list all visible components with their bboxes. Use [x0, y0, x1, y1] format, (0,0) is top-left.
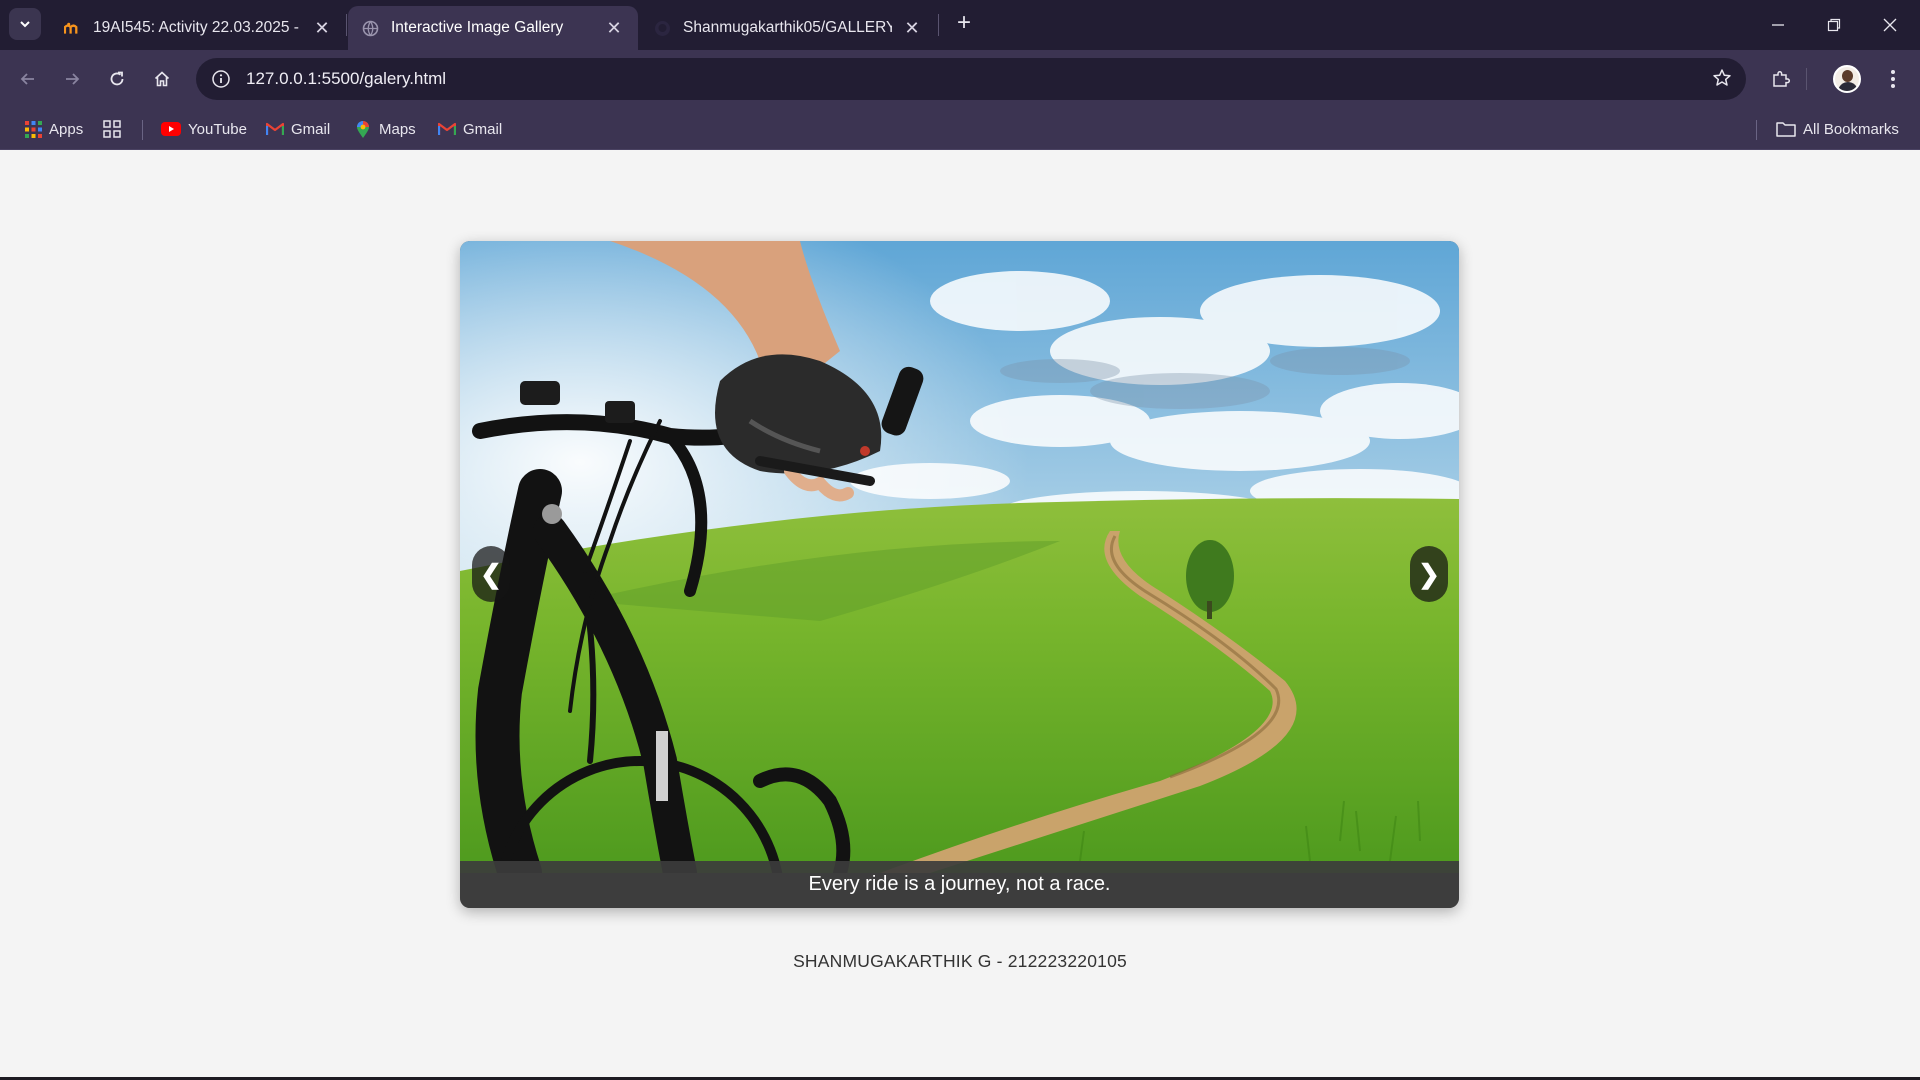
bookmark-label: Gmail: [291, 120, 331, 138]
next-slide-button[interactable]: ❯: [1410, 546, 1448, 602]
moodle-icon: [64, 20, 81, 37]
home-icon: [154, 71, 170, 87]
url-text: 127.0.0.1:5500/galery.html: [246, 69, 447, 88]
address-bar[interactable]: 127.0.0.1:5500/galery.html: [196, 58, 1746, 100]
bookmark-gmail[interactable]: Gmail: [266, 116, 330, 142]
gmail-icon: [266, 120, 284, 138]
reload-button[interactable]: [101, 63, 133, 95]
home-button[interactable]: [146, 63, 178, 95]
restore-icon: [1827, 18, 1841, 32]
tab-title: Interactive Image Gallery: [391, 19, 564, 36]
minimize-button[interactable]: [1750, 0, 1806, 50]
bookmark-maps[interactable]: Maps: [354, 116, 416, 142]
chevron-down-icon: [20, 21, 30, 28]
restore-button[interactable]: [1806, 0, 1862, 50]
more-vertical-icon: [1891, 70, 1895, 88]
all-bookmarks-button[interactable]: All Bookmarks: [1776, 116, 1899, 142]
bookmark-apps[interactable]: Apps: [24, 116, 83, 142]
grid-icon: [103, 120, 121, 138]
toolbar-divider: [1806, 68, 1807, 90]
close-icon: [1883, 18, 1897, 32]
tab-moodle[interactable]: 19AI545: Activity 22.03.2025 - E ✕: [50, 6, 346, 50]
tab-title: Shanmugakarthik05/GALLERY: [683, 19, 892, 36]
bookmark-label: Apps: [49, 120, 84, 138]
tab-groups-button[interactable]: [103, 116, 128, 142]
bookmark-gmail[interactable]: Gmail: [438, 116, 502, 142]
bookmark-label: Maps: [379, 120, 416, 138]
extensions-button[interactable]: [1765, 63, 1797, 95]
gallery-image-bicycle-field: [460, 241, 1459, 873]
tab-divider: [938, 14, 939, 36]
arrow-right-icon: [66, 73, 80, 85]
youtube-icon: [161, 120, 181, 138]
close-window-button[interactable]: [1862, 0, 1918, 50]
close-icon[interactable]: ✕: [312, 18, 332, 39]
footer-author-text: SHANMUGAKARTHIK G - 212223220105: [793, 951, 1127, 971]
bookmark-label: YouTube: [188, 120, 247, 138]
puzzle-icon: [1773, 70, 1791, 87]
all-bookmarks-label: All Bookmarks: [1803, 120, 1899, 138]
tab-github[interactable]: Shanmugakarthik05/GALLERY ✕: [640, 6, 936, 50]
minimize-icon: [1772, 24, 1784, 26]
previous-slide-button[interactable]: ❮: [472, 546, 510, 602]
bookmark-divider: [142, 120, 143, 140]
gallery-caption: Every ride is a journey, not a race.: [460, 861, 1459, 908]
tab-search-button[interactable]: [9, 8, 41, 40]
apps-grid-icon: [24, 120, 42, 138]
gmail-icon: [438, 120, 456, 138]
bookmark-divider: [1756, 120, 1757, 140]
maps-icon: [354, 120, 372, 138]
new-tab-button[interactable]: +: [950, 10, 978, 38]
image-gallery: Every ride is a journey, not a race. ❮ ❯: [460, 241, 1459, 908]
browser-menu-button[interactable]: [1877, 63, 1909, 95]
profile-button[interactable]: [1831, 63, 1863, 95]
browser-toolbar: 127.0.0.1:5500/galery.html: [0, 50, 1920, 108]
tab-interactive-gallery[interactable]: Interactive Image Gallery ✕: [348, 6, 638, 50]
site-info-icon[interactable]: [208, 66, 234, 92]
close-icon[interactable]: ✕: [604, 18, 624, 39]
github-icon: [654, 20, 671, 37]
bookmark-youtube[interactable]: YouTube: [161, 116, 247, 142]
globe-icon: [362, 20, 379, 37]
forward-button[interactable]: [56, 63, 88, 95]
avatar: [1833, 65, 1861, 93]
folder-icon: [1776, 120, 1796, 138]
bookmark-label: Gmail: [463, 120, 503, 138]
back-button[interactable]: [12, 63, 44, 95]
tab-strip: 19AI545: Activity 22.03.2025 - E ✕ Inter…: [0, 0, 1920, 50]
tab-divider: [346, 14, 347, 36]
page-viewport: Every ride is a journey, not a race. ❮ ❯…: [0, 151, 1920, 1080]
arrow-left-icon: [20, 73, 34, 85]
tab-title: 19AI545: Activity 22.03.2025 - E: [93, 19, 302, 36]
reload-icon: [110, 71, 124, 86]
bookmarks-bar: Apps YouTube Gmail Maps Gmail All Bookma…: [0, 108, 1920, 150]
bookmark-star-icon[interactable]: [1712, 68, 1732, 93]
close-icon[interactable]: ✕: [902, 18, 922, 39]
